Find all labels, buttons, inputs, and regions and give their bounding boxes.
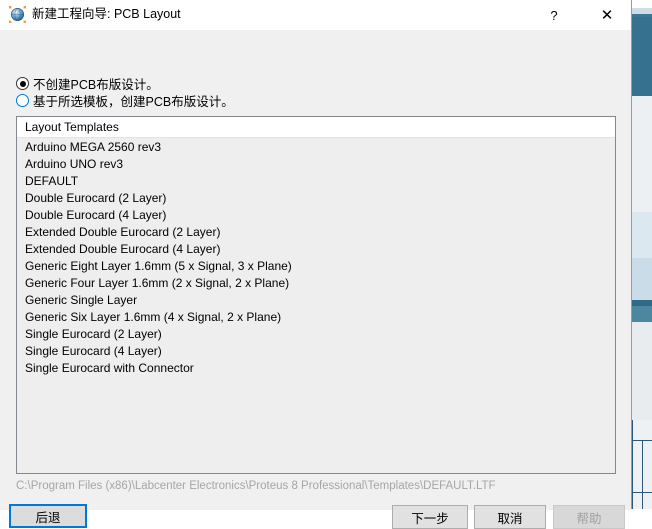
- titlebar-help-icon[interactable]: ?: [534, 0, 574, 30]
- layout-templates-listbox[interactable]: Layout Templates Arduino MEGA 2560 rev3 …: [16, 116, 616, 474]
- template-path-label: C:\Program Files (x86)\Labcenter Electro…: [16, 480, 496, 492]
- list-item[interactable]: DEFAULT: [17, 173, 615, 190]
- listbox-items: Arduino MEGA 2560 rev3 Arduino UNO rev3 …: [17, 138, 615, 377]
- dialog-body: 不创建PCB布版设计。 基于所选模板，创建PCB布版设计。 Layout Tem…: [0, 31, 631, 529]
- background-application-strip: [630, 0, 652, 509]
- list-item[interactable]: Single Eurocard (4 Layer): [17, 343, 615, 360]
- new-project-wizard-dialog: 新建工程向导: PCB Layout ? ✕ 不创建PCB布版设计。 基于所选模…: [0, 0, 632, 529]
- column-header-layout-templates[interactable]: Layout Templates: [17, 117, 119, 138]
- bg-vertical-line-1: [632, 420, 633, 509]
- list-item[interactable]: Generic Eight Layer 1.6mm (5 x Signal, 3…: [17, 258, 615, 275]
- list-item[interactable]: Single Eurocard with Connector: [17, 360, 615, 377]
- globe-icon: [9, 6, 26, 23]
- list-item[interactable]: Double Eurocard (2 Layer): [17, 190, 615, 207]
- back-button[interactable]: 后退: [9, 504, 87, 528]
- list-item[interactable]: Generic Single Layer: [17, 292, 615, 309]
- list-item[interactable]: Extended Double Eurocard (4 Layer): [17, 241, 615, 258]
- list-item[interactable]: Double Eurocard (4 Layer): [17, 207, 615, 224]
- dialog-titlebar: 新建工程向导: PCB Layout ? ✕: [0, 0, 631, 31]
- radio-option-from-template[interactable]: 基于所选模板，创建PCB布版设计。: [16, 91, 234, 110]
- dialog-title: 新建工程向导: PCB Layout: [32, 7, 181, 21]
- list-item[interactable]: Single Eurocard (2 Layer): [17, 326, 615, 343]
- list-item[interactable]: Arduino MEGA 2560 rev3: [17, 139, 615, 156]
- list-item[interactable]: Arduino UNO rev3: [17, 156, 615, 173]
- bg-vertical-line-2: [642, 440, 643, 509]
- radio-button-unselected-icon[interactable]: [16, 94, 29, 107]
- bg-horizontal-line-1: [630, 440, 652, 441]
- list-item[interactable]: Generic Four Layer 1.6mm (2 x Signal, 2 …: [17, 275, 615, 292]
- bg-horizontal-line-2: [630, 492, 652, 493]
- list-item[interactable]: Generic Six Layer 1.6mm (4 x Signal, 2 x…: [17, 309, 615, 326]
- list-item[interactable]: Extended Double Eurocard (2 Layer): [17, 224, 615, 241]
- close-icon[interactable]: ✕: [587, 0, 627, 30]
- radio-option-from-template-label: 基于所选模板，创建PCB布版设计。: [33, 95, 234, 109]
- radio-button-selected-icon[interactable]: [16, 77, 29, 90]
- listbox-header-row: Layout Templates: [17, 117, 615, 138]
